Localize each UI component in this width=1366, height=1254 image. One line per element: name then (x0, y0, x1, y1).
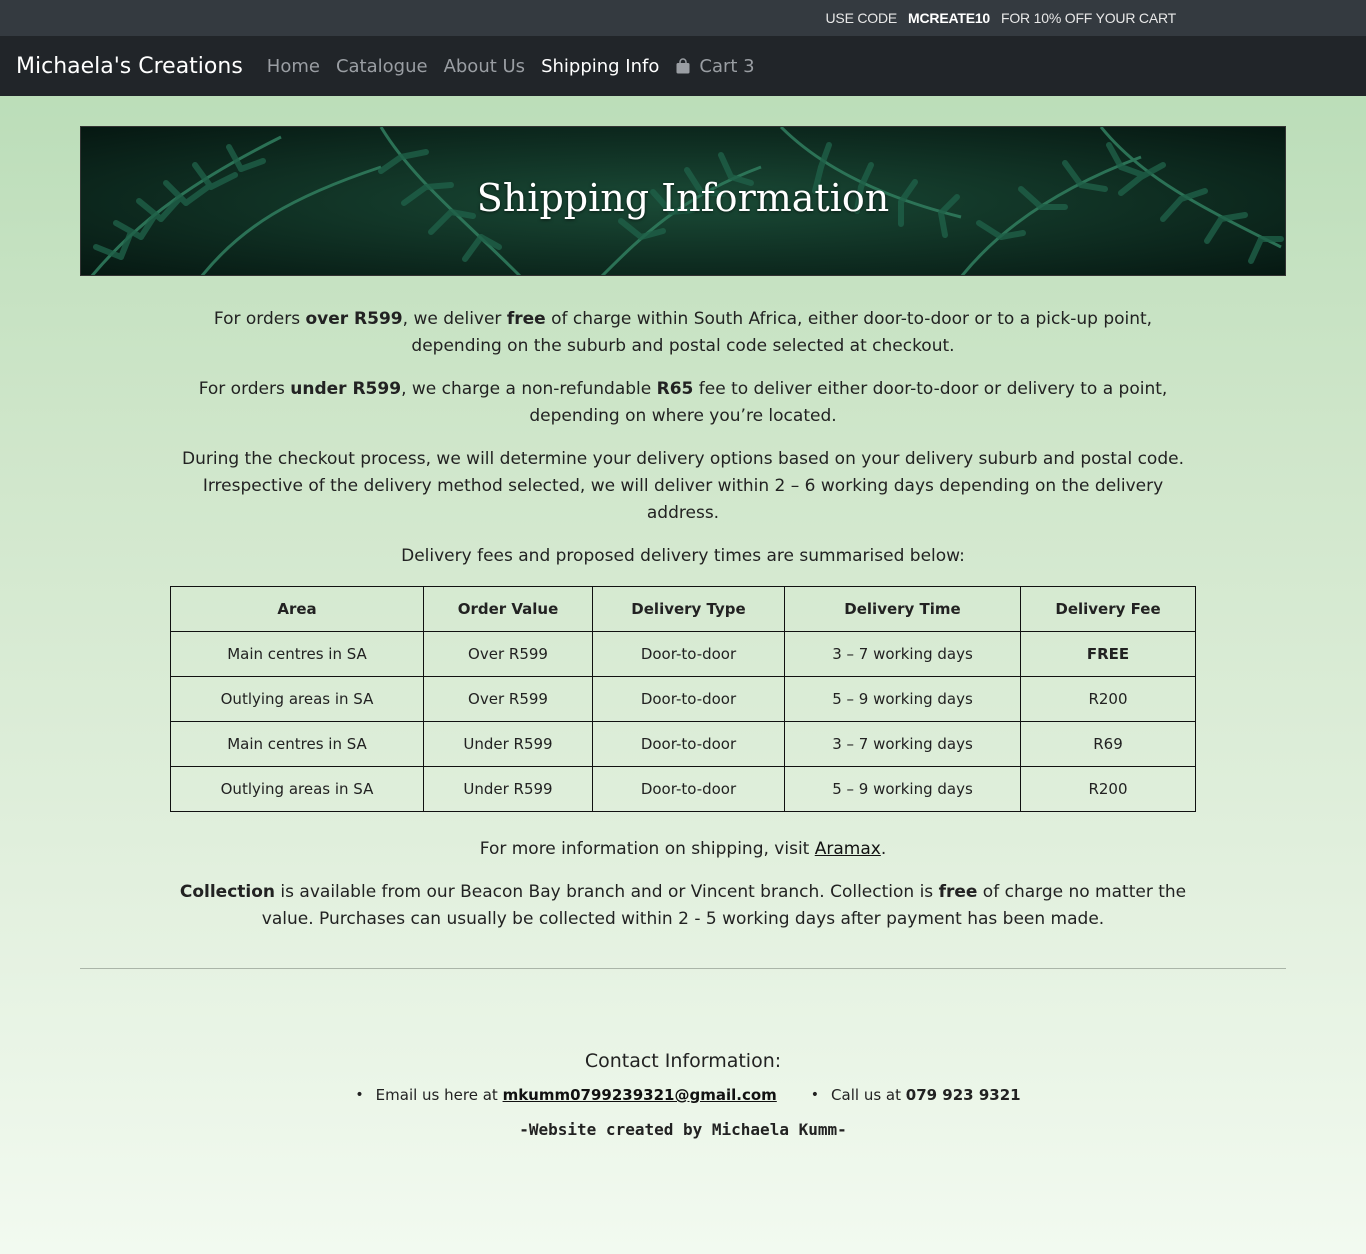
promo-bar: USE CODE MCREATE10 FOR 10% OFF YOUR CART (0, 0, 1366, 36)
table-cell: R200 (1020, 766, 1196, 812)
contact-list: Email us here at mkumm0799239321@gmail.c… (0, 1086, 1366, 1104)
intro-paragraph-3: During the checkout process, we will det… (182, 449, 1184, 523)
table-cell: Main centres in SA (170, 721, 424, 767)
email-link[interactable]: mkumm0799239321@gmail.com (503, 1086, 777, 1104)
promo-code: MCREATE10 (908, 10, 991, 26)
table-cell: Outlying areas in SA (170, 676, 424, 722)
site-credit: -Website created by Michaela Kumm- (519, 1120, 847, 1139)
table-row: Main centres in SA Under R599 Door-to-do… (170, 721, 1196, 767)
contact-footer: Contact Information: Email us here at mk… (0, 1050, 1366, 1139)
table-cell: R69 (1020, 721, 1196, 767)
aramax-link[interactable]: Aramax (815, 839, 881, 859)
shopping-bag-icon (676, 58, 690, 74)
column-header-delivery-type: Delivery Type (592, 586, 785, 632)
column-header-delivery-fee: Delivery Fee (1020, 586, 1196, 632)
column-header-delivery-time: Delivery Time (784, 586, 1021, 632)
table-cell: 3 – 7 working days (784, 631, 1021, 677)
collection-paragraph: Collection is available from our Beacon … (179, 882, 1187, 929)
table-row: Main centres in SA Over R599 Door-to-doo… (170, 631, 1196, 677)
promo-suffix: FOR 10% OFF YOUR CART (1001, 10, 1176, 26)
contact-phone-item: Call us at 079 923 9321 (811, 1086, 1021, 1104)
nav-catalogue[interactable]: Catalogue (336, 56, 428, 77)
table-cell: Door-to-door (592, 766, 785, 812)
table-row: Outlying areas in SA Under R599 Door-to-… (170, 766, 1196, 812)
table-cell: Door-to-door (592, 676, 785, 722)
table-cell: 5 – 9 working days (784, 676, 1021, 722)
cart-label: Cart 3 (699, 55, 755, 77)
intro-paragraph-2: For orders under R599, we charge a non-r… (198, 379, 1168, 426)
brand-link[interactable]: Michaela's Creations (16, 54, 243, 79)
intro-paragraph-4: Delivery fees and proposed delivery time… (401, 546, 965, 566)
delivery-fees-table: Area Order Value Delivery Type Delivery … (170, 586, 1196, 812)
nav-shipping-info[interactable]: Shipping Info (541, 56, 659, 77)
table-cell: Under R599 (423, 766, 593, 812)
more-info-paragraph: For more information on shipping, visit … (479, 839, 887, 859)
page-title: Shipping Information (476, 176, 890, 220)
nav-about-us[interactable]: About Us (444, 56, 526, 77)
intro-paragraph-1: For orders over R599, we deliver free of… (213, 309, 1153, 356)
column-header-area: Area (170, 586, 424, 632)
footer-divider (80, 968, 1286, 969)
column-header-order-value: Order Value (423, 586, 593, 632)
navbar: Michaela's Creations Home Catalogue Abou… (0, 36, 1366, 96)
contact-email-item: Email us here at mkumm0799239321@gmail.c… (355, 1086, 777, 1104)
contact-heading: Contact Information: (584, 1050, 782, 1072)
table-cell: Under R599 (423, 721, 593, 767)
shipping-content: For orders over R599, we deliver free of… (170, 306, 1196, 949)
table-cell: 5 – 9 working days (784, 766, 1021, 812)
hero-banner: Shipping Information (80, 126, 1286, 276)
promo-prefix: USE CODE (825, 10, 898, 26)
table-cell: 3 – 7 working days (784, 721, 1021, 767)
table-cell: R200 (1020, 676, 1196, 722)
table-cell: Door-to-door (592, 631, 785, 677)
nav-home[interactable]: Home (267, 56, 320, 77)
table-cell: Main centres in SA (170, 631, 424, 677)
table-cell: FREE (1020, 631, 1196, 677)
table-cell: Over R599 (423, 631, 593, 677)
table-cell: Door-to-door (592, 721, 785, 767)
table-cell: Over R599 (423, 676, 593, 722)
phone-number: 079 923 9321 (905, 1086, 1021, 1104)
nav-cart[interactable]: Cart 3 (675, 55, 755, 77)
table-header-row: Area Order Value Delivery Type Delivery … (170, 586, 1196, 632)
table-row: Outlying areas in SA Over R599 Door-to-d… (170, 676, 1196, 722)
table-cell: Outlying areas in SA (170, 766, 424, 812)
